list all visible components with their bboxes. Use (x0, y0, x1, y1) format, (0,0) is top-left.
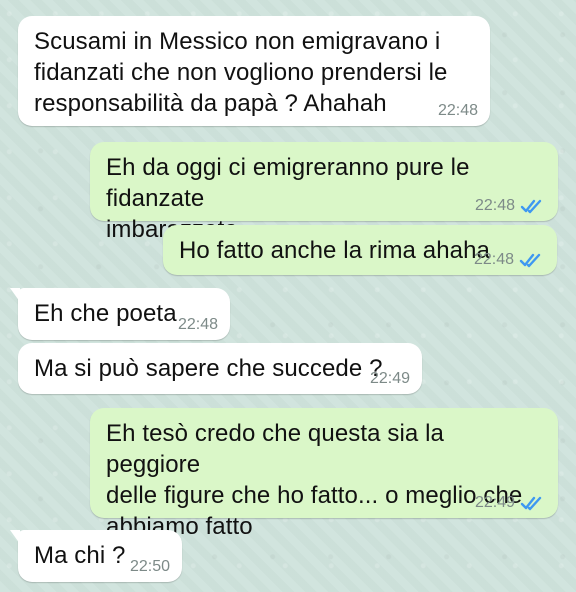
message-meta: 22:48 (178, 316, 218, 334)
message-bubble-incoming[interactable]: Ma chi ? 22:50 (10, 530, 182, 582)
message-time: 22:48 (437, 102, 478, 119)
message-meta: 22:49 (475, 494, 546, 512)
message-bubble-outgoing[interactable]: Ho fatto anche la rima ahaha 22:48 (163, 225, 557, 275)
message-time: 22:49 (369, 370, 410, 387)
message-time: 22:48 (473, 251, 514, 268)
message-meta: 22:50 (130, 558, 170, 576)
message-time: 22:48 (177, 316, 218, 333)
message-bubble-outgoing[interactable]: Eh tesò credo che questa sia la peggiore… (90, 408, 558, 540)
chat-thread: Scusami in Messico non emigravano i fida… (0, 0, 576, 592)
read-double-check-icon (520, 199, 542, 214)
message-time: 22:49 (474, 494, 515, 511)
message-meta: 22:48 (438, 102, 478, 120)
message-bubble-incoming[interactable]: Ma si può sapere che succede ? 22:49 (18, 343, 422, 394)
read-double-check-icon (520, 496, 542, 511)
message-text: Ma si può sapere che succede ? (34, 355, 383, 382)
message-bubble-incoming[interactable]: Scusami in Messico non emigravano i fida… (18, 16, 490, 126)
message-time: 22:48 (474, 197, 515, 214)
message-bubble-outgoing[interactable]: Eh da oggi ci emigreranno pure le fidanz… (90, 142, 558, 243)
read-double-check-icon (519, 253, 541, 268)
message-meta: 22:48 (474, 251, 545, 269)
message-meta: 22:48 (475, 197, 546, 215)
message-time: 22:50 (129, 558, 170, 575)
message-text: Eh tesò credo che questa sia la peggiore… (106, 420, 523, 540)
message-text: Scusami in Messico non emigravano i fida… (34, 28, 448, 117)
message-bubble-incoming[interactable]: Eh che poeta 22:48 (10, 288, 230, 340)
message-meta: 22:49 (370, 370, 410, 388)
